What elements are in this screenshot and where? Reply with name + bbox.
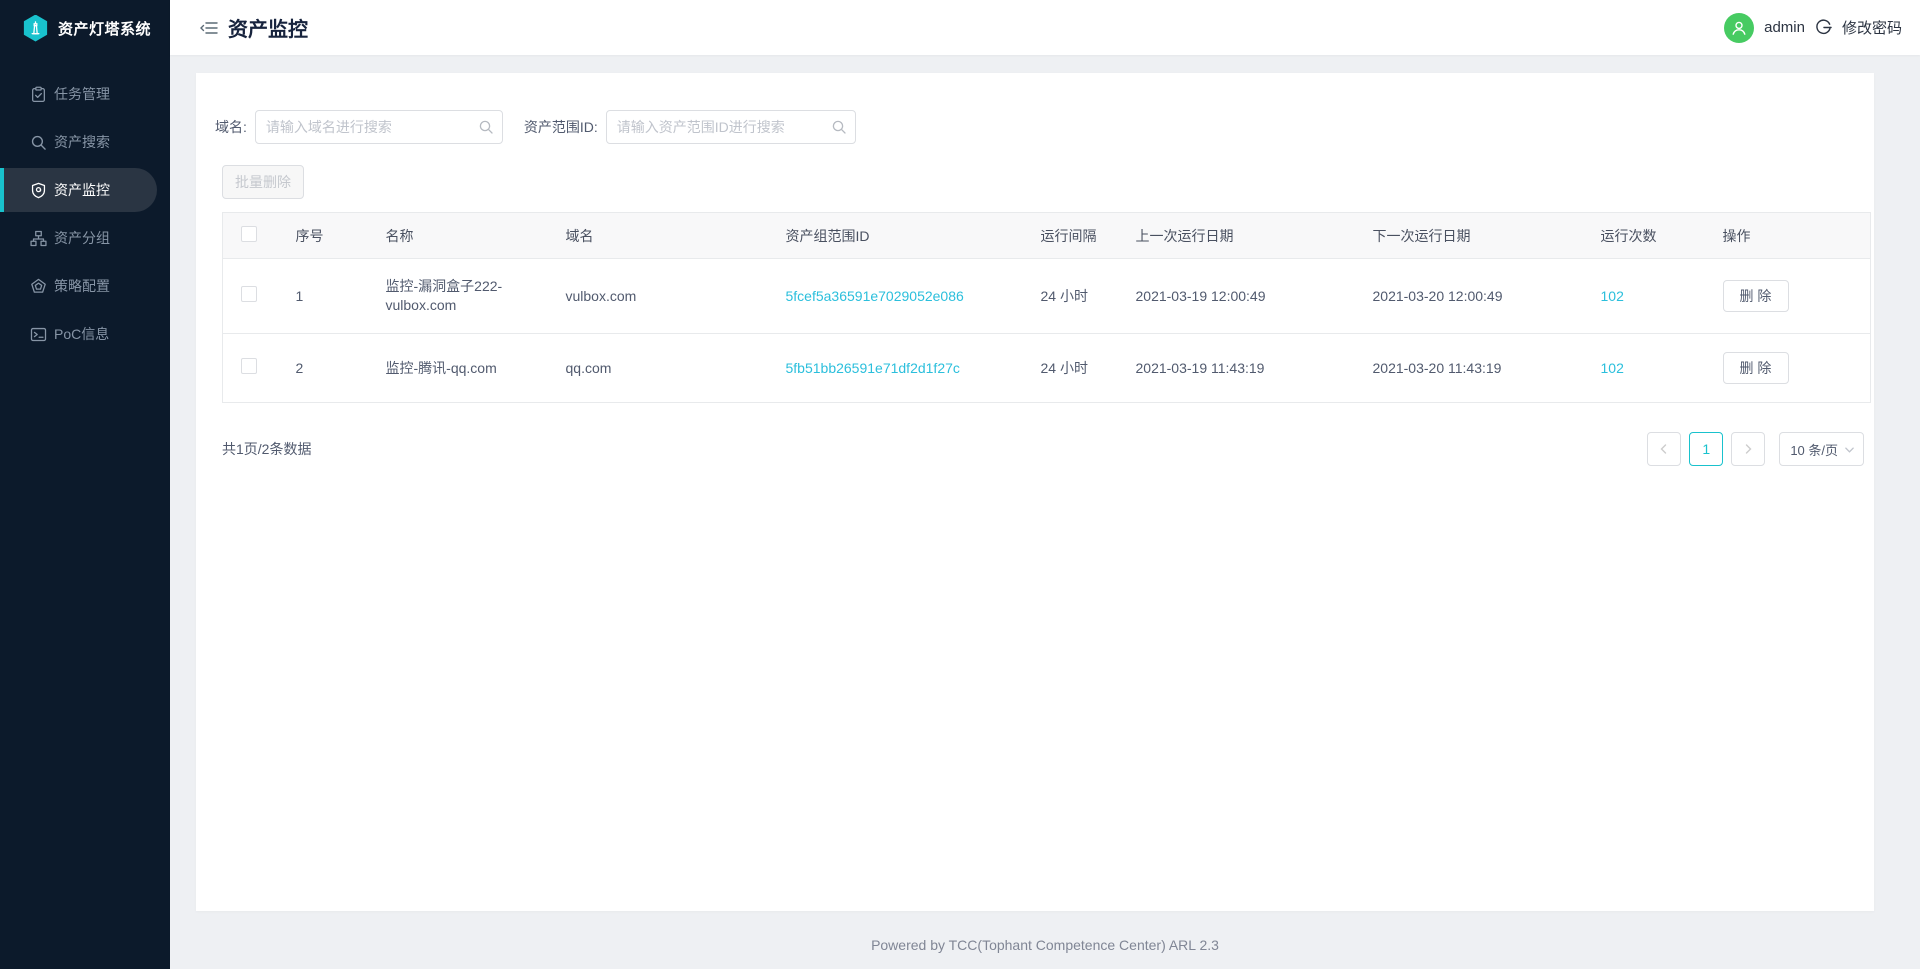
sidebar-menu: 任务管理 资产搜索 资产监控 资产分组 策略配置 PoC信息 (0, 70, 170, 358)
table-header-row: 序号 名称 域名 资产组范围ID 运行间隔 上一次运行日期 下一次运行日期 运行… (222, 212, 1871, 259)
sidebar-item-task-management[interactable]: 任务管理 (0, 70, 170, 118)
sidebar: 资产灯塔系统 任务管理 资产搜索 资产监控 资产分组 策略配置 PoC信息 (0, 0, 170, 969)
monitoring-card: 域名: 资产范围ID: (196, 73, 1874, 911)
active-item-accent-bar (0, 168, 4, 212)
pagination-summary: 共1页/2条数据 (222, 441, 312, 457)
col-header-index: 序号 (277, 212, 368, 259)
terminal-icon (30, 326, 47, 343)
scope-id-link[interactable]: 5fb51bb26591e71df2d1f27c (786, 360, 960, 376)
cell-index: 1 (277, 258, 368, 334)
domain-search-input[interactable] (254, 110, 503, 144)
topbar-right: admin 修改密码 (1724, 12, 1902, 43)
cell-next-run: 2021-03-20 12:00:49 (1354, 258, 1583, 334)
search-icon[interactable] (831, 119, 847, 135)
prev-page-button[interactable] (1647, 432, 1682, 466)
cell-last-run: 2021-03-19 12:00:49 (1117, 258, 1355, 334)
monitoring-table: 序号 名称 域名 资产组范围ID 运行间隔 上一次运行日期 下一次运行日期 运行… (222, 212, 1871, 403)
page-number-button[interactable]: 1 (1689, 432, 1724, 466)
col-header-run-count: 运行次数 (1582, 212, 1705, 259)
sidebar-item-asset-grouping[interactable]: 资产分组 (0, 214, 170, 262)
chevron-left-icon (1660, 444, 1667, 454)
page-title: 资产监控 (228, 19, 308, 41)
cell-last-run: 2021-03-19 11:43:19 (1117, 333, 1355, 403)
sidebar-item-label: PoC信息 (54, 326, 110, 342)
cell-domain: qq.com (547, 333, 768, 403)
search-icon[interactable] (478, 119, 494, 135)
scope-filter-label: 资产范围ID: (523, 119, 598, 135)
delete-button[interactable]: 删 除 (1722, 280, 1789, 312)
sidebar-item-label: 资产监控 (54, 182, 110, 198)
sidebar-item-label: 资产分组 (54, 230, 110, 246)
table-row: 2 监控-腾讯-qq.com qq.com 5fb51bb26591e71df2… (222, 333, 1871, 403)
sidebar-item-poc-info[interactable]: PoC信息 (0, 310, 170, 358)
user-avatar-icon[interactable] (1724, 12, 1755, 43)
page-size-value: 10 条/页 (1790, 442, 1838, 458)
row-checkbox[interactable] (241, 285, 257, 302)
shield-icon (30, 182, 47, 199)
logout-icon[interactable] (1815, 19, 1832, 36)
col-header-next-run: 下一次运行日期 (1354, 212, 1583, 259)
run-count-link[interactable]: 102 (1601, 288, 1624, 304)
delete-button[interactable]: 删 除 (1722, 352, 1789, 384)
cell-name: 监控-漏洞盒子222-vulbox.com (367, 258, 548, 334)
scope-id-link[interactable]: 5fcef5a36591e7029052e086 (786, 288, 964, 304)
sidebar-item-label: 策略配置 (54, 278, 110, 294)
change-password-link[interactable]: 修改密码 (1842, 17, 1902, 38)
sidebar-item-asset-search[interactable]: 资产搜索 (0, 118, 170, 166)
cell-next-run: 2021-03-20 11:43:19 (1354, 333, 1583, 403)
sidebar-item-label: 任务管理 (54, 86, 110, 102)
next-page-button[interactable] (1731, 432, 1766, 466)
page-size-select[interactable]: 10 条/页 (1779, 432, 1864, 466)
cell-name: 监控-腾讯-qq.com (367, 333, 548, 403)
content: 域名: 资产范围ID: (170, 55, 1920, 969)
search-icon (30, 134, 47, 151)
run-count-link[interactable]: 102 (1601, 360, 1624, 376)
col-header-domain: 域名 (547, 212, 768, 259)
col-header-scope-id: 资产组范围ID (767, 212, 1023, 259)
table-row: 1 监控-漏洞盒子222-vulbox.com vulbox.com 5fcef… (222, 258, 1871, 334)
cell-interval: 24 小时 (1022, 333, 1118, 403)
col-header-interval: 运行间隔 (1022, 212, 1118, 259)
domain-filter-label: 域名: (215, 119, 247, 135)
menu-fold-icon[interactable] (200, 20, 218, 36)
scope-search-input[interactable] (605, 110, 856, 144)
row-checkbox[interactable] (241, 357, 257, 374)
chevron-right-icon (1746, 444, 1752, 454)
col-header-last-run: 上一次运行日期 (1117, 212, 1355, 259)
filter-row: 域名: 资产范围ID: (196, 73, 1874, 144)
cell-interval: 24 小时 (1022, 258, 1118, 334)
badge-icon (30, 278, 47, 295)
lighthouse-logo-icon (23, 14, 48, 42)
domain-search-box (254, 110, 503, 144)
select-all-checkbox[interactable] (241, 226, 257, 242)
pagination-row: 共1页/2条数据 1 10 条/页 (222, 432, 1864, 466)
toolbar: 批量删除 (196, 144, 1874, 199)
app-title: 资产灯塔系统 (58, 20, 152, 38)
pagination-controls: 1 10 条/页 (1647, 432, 1864, 466)
topbar: 资产监控 admin 修改密码 (170, 0, 1920, 55)
col-header-actions: 操作 (1704, 212, 1871, 259)
cell-index: 2 (277, 333, 368, 403)
sidebar-item-asset-monitoring[interactable]: 资产监控 (0, 166, 170, 214)
main-area: 资产监控 admin 修改密码 域名: 请输入域名进行搜索 资产范围ID: 请输… (170, 0, 1920, 969)
footer-credit: Powered by TCC(Tophant Competence Center… (871, 937, 1219, 953)
chevron-down-icon (1845, 446, 1854, 453)
username[interactable]: admin (1764, 19, 1805, 36)
col-header-name: 名称 (367, 212, 548, 259)
scope-search-box (605, 110, 856, 144)
sidebar-item-policy-config[interactable]: 策略配置 (0, 262, 170, 310)
clipboard-icon (30, 86, 47, 103)
batch-delete-button[interactable]: 批量删除 (222, 165, 304, 199)
app-logo: 资产灯塔系统 (0, 0, 170, 56)
cell-domain: vulbox.com (547, 258, 768, 334)
sidebar-item-label: 资产搜索 (54, 134, 110, 150)
sitemap-icon (30, 230, 47, 247)
